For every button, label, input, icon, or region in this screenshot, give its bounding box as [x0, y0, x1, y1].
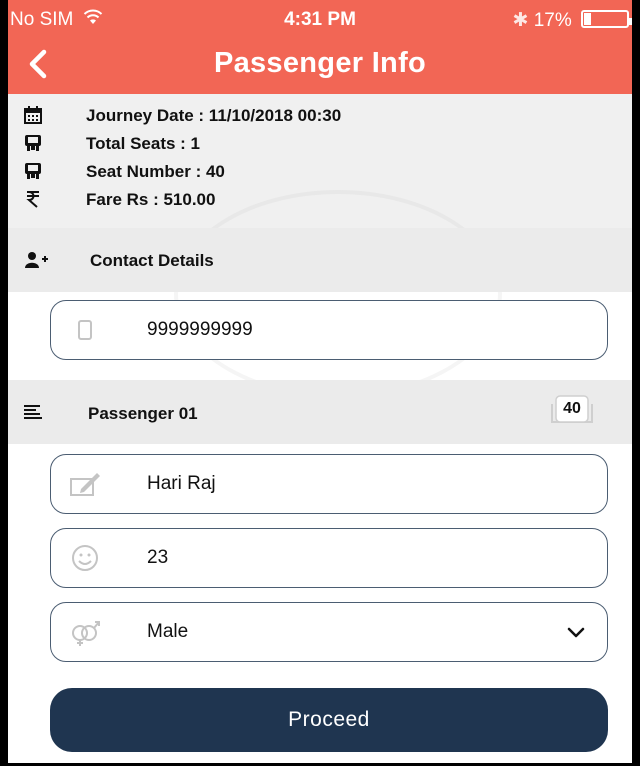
- passenger-label: Passenger 01: [88, 404, 198, 423]
- gender-value: Male: [147, 621, 189, 642]
- seat-icon: [25, 135, 41, 151]
- gender-icon: [72, 621, 100, 646]
- page-title: Passenger Info: [213, 47, 427, 79]
- watermark-logo: [174, 190, 502, 398]
- smiley-icon: [72, 545, 98, 571]
- journey-date-text: Journey Date : 11/10/2018 00:30: [86, 106, 342, 125]
- passenger-header: Passenger 01: [8, 380, 632, 444]
- seat-icon: [25, 163, 41, 179]
- phone-field[interactable]: 9999999999: [50, 300, 608, 360]
- name-field[interactable]: Hari Raj: [50, 454, 608, 514]
- total-seats-text: Total Seats : 1: [86, 134, 200, 153]
- seat-badge-number: 40: [563, 400, 581, 417]
- contact-details-label: Contact Details: [90, 251, 214, 270]
- status-bar: No SIM 4:31 PM ✱ 17%: [8, 0, 632, 38]
- seat-badge: 40: [548, 394, 596, 428]
- add-user-icon: [25, 252, 48, 268]
- bluetooth-icon: ✱: [512, 10, 529, 31]
- tablet-icon: [78, 320, 92, 340]
- fare-text: Fare Rs : 510.00: [86, 190, 216, 209]
- age-value: 23: [147, 547, 169, 568]
- gender-select[interactable]: Male: [50, 602, 608, 662]
- app-screen: No SIM 4:31 PM ✱ 17% Passenger Info Jour…: [8, 0, 632, 766]
- phone-value: 9999999999: [147, 319, 253, 340]
- battery-icon: [581, 10, 629, 28]
- contact-details-header: Contact Details: [8, 228, 632, 292]
- rupee-icon: [26, 191, 39, 208]
- chevron-down-icon: [567, 627, 585, 638]
- list-icon: [24, 405, 42, 419]
- proceed-button[interactable]: Proceed: [50, 688, 608, 752]
- name-value: Hari Raj: [147, 473, 216, 494]
- battery-status: ✱ 17%: [512, 9, 632, 32]
- seat-number-text: Seat Number : 40: [86, 162, 225, 181]
- age-field[interactable]: 23: [50, 528, 608, 588]
- battery-percent: 17%: [533, 10, 572, 31]
- header-bar: No SIM 4:31 PM ✱ 17% Passenger Info: [8, 0, 632, 94]
- calendar-icon: [24, 106, 42, 124]
- edit-icon: [70, 473, 100, 496]
